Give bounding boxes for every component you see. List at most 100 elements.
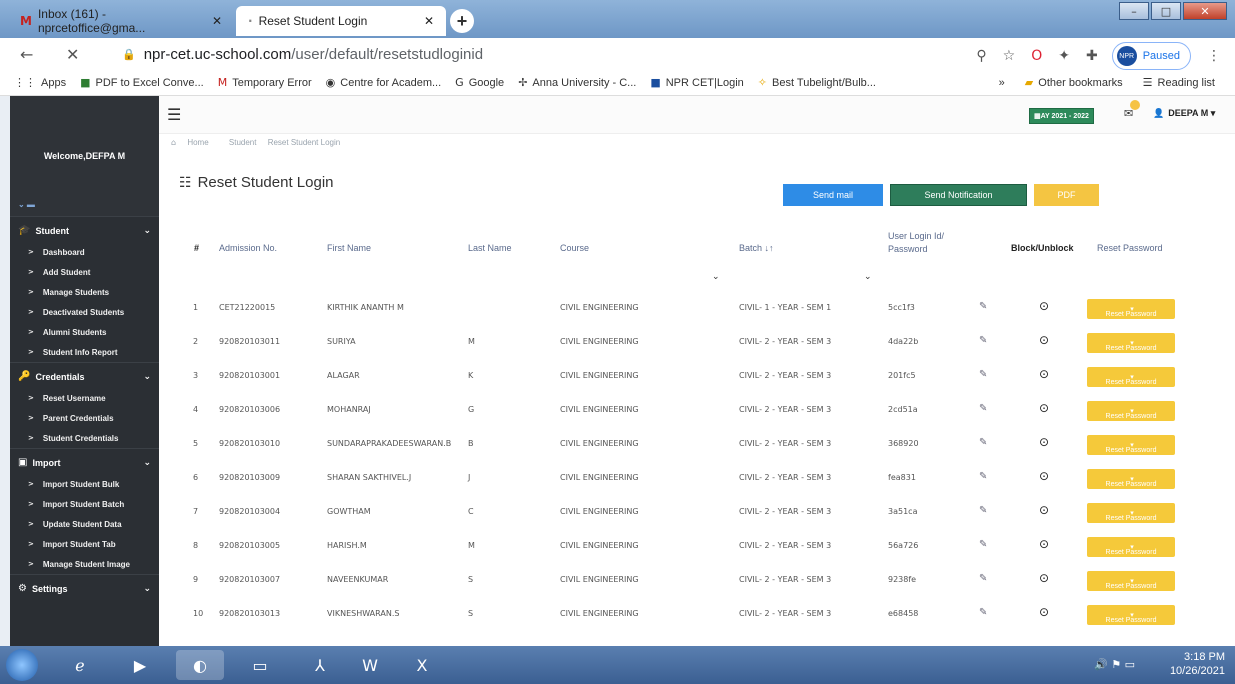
edit-icon[interactable]: ✎ — [979, 335, 987, 346]
flag-icon[interactable]: ⚑ — [1111, 658, 1121, 671]
bookmark-centre-academic[interactable]: ◉ Centre for Academ... — [326, 76, 442, 89]
check-circle-icon[interactable]: ⊙ — [1039, 503, 1049, 517]
edit-icon[interactable]: ✎ — [979, 437, 987, 448]
col-course[interactable]: Course — [560, 243, 589, 253]
acrobat-icon[interactable]: ⅄ — [296, 650, 344, 680]
sidebar-head-credentials[interactable]: 🔑 Credentials ⌄ — [10, 362, 159, 388]
bookmark-google[interactable]: G Google — [455, 76, 504, 89]
col-admission[interactable]: Admission No. — [219, 243, 277, 253]
edit-icon[interactable]: ✎ — [979, 573, 987, 584]
sidebar-item-deactivated-students[interactable]: > Deactivated Students — [10, 302, 159, 322]
pdf-button[interactable]: PDF — [1034, 184, 1099, 206]
sidebar-item-student-info-report[interactable]: > Student Info Report — [10, 342, 159, 362]
maximize-icon[interactable]: □ — [1151, 2, 1181, 20]
bookmark-best-tubelight[interactable]: ✧ Best Tubelight/Bulb... — [758, 76, 876, 89]
reset-password-button[interactable]: Reset Password ▾ — [1087, 605, 1175, 625]
menu-icon[interactable]: ⋮ — [1207, 48, 1221, 64]
reset-password-button[interactable]: Reset Password ▾ — [1087, 469, 1175, 489]
close-icon[interactable]: ✕ — [212, 14, 222, 28]
reset-password-button[interactable]: Reset Password ▾ — [1087, 401, 1175, 421]
check-circle-icon[interactable]: ⊙ — [1039, 401, 1049, 415]
bookmark-apps[interactable]: ⋮⋮ Apps — [14, 76, 66, 89]
clock[interactable]: 3:18 PM 10/26/2021 — [1170, 650, 1225, 678]
bookmark-npr-cet-login[interactable]: ■ NPR CET|Login — [650, 76, 743, 89]
check-circle-icon[interactable]: ⊙ — [1039, 537, 1049, 551]
media-player-icon[interactable]: ▶ — [116, 650, 164, 680]
edit-icon[interactable]: ✎ — [979, 471, 987, 482]
reset-password-button[interactable]: Reset Password ▾ — [1087, 537, 1175, 557]
close-icon[interactable]: ✕ — [424, 14, 434, 28]
sidebar-item-add-student[interactable]: > Add Student — [10, 262, 159, 282]
tab-inbox[interactable]: M Inbox (161) - nprcetoffice@gma... ✕ — [8, 6, 234, 36]
hamburger-icon[interactable]: ☰ — [167, 105, 181, 124]
edit-icon[interactable]: ✎ — [979, 505, 987, 516]
check-circle-icon[interactable]: ⊙ — [1039, 299, 1049, 313]
reading-list[interactable]: ☰ Reading list — [1143, 76, 1215, 89]
col-login[interactable]: User Login Id/Password — [888, 230, 944, 256]
back-icon[interactable]: ← — [20, 45, 46, 64]
sidebar-item-manage-student-image[interactable]: > Manage Student Image — [10, 554, 159, 574]
user-menu[interactable]: 👤 DEEPA M ▾ — [1153, 108, 1215, 119]
col-batch[interactable]: Batch ↓↑ — [739, 243, 774, 253]
edit-icon[interactable]: ✎ — [979, 607, 987, 618]
sidebar-item-import-student-tab[interactable]: > Import Student Tab — [10, 534, 159, 554]
check-circle-icon[interactable]: ⊙ — [1039, 469, 1049, 483]
volume-icon[interactable]: 🔊 — [1094, 658, 1108, 671]
internet-explorer-icon[interactable]: ℯ — [56, 650, 104, 680]
reset-password-button[interactable]: Reset Password ▾ — [1087, 503, 1175, 523]
sidebar-item-import-student-bulk[interactable]: > Import Student Bulk — [10, 474, 159, 494]
sidebar-item-alumni-students[interactable]: > Alumni Students — [10, 322, 159, 342]
sidebar-head-settings[interactable]: ⚙ Settings ⌄ — [10, 574, 159, 600]
course-filter-dropdown[interactable]: ⌄ — [712, 272, 720, 282]
sidebar-item-reset-username[interactable]: > Reset Username — [10, 388, 159, 408]
network-icon[interactable]: ▭ — [1125, 658, 1135, 671]
reset-password-button[interactable]: Reset Password ▾ — [1087, 435, 1175, 455]
reset-password-button[interactable]: Reset Password ▾ — [1087, 299, 1175, 319]
edit-icon[interactable]: ✎ — [979, 301, 987, 312]
send-notification-button[interactable]: Send Notification — [890, 184, 1027, 206]
other-bookmarks[interactable]: ▰ Other bookmarks — [1025, 76, 1123, 89]
reset-password-button[interactable]: Reset Password ▾ — [1087, 367, 1175, 387]
send-mail-button[interactable]: Send mail — [783, 184, 883, 206]
puzzle-icon[interactable]: ✚ — [1086, 48, 1098, 64]
zoom-icon[interactable]: ⚲ — [976, 48, 986, 64]
breadcrumb-student[interactable]: Student — [229, 138, 257, 147]
window-close-icon[interactable]: ✕ — [1183, 2, 1227, 20]
sidebar-head-student[interactable]: 🎓 Student ⌄ — [10, 216, 159, 242]
address-bar[interactable]: 🔒 npr-cet.uc-school.com/user/default/res… — [122, 46, 483, 63]
file-explorer-icon[interactable]: ▭ — [236, 650, 284, 680]
bookmarks-overflow[interactable]: » — [999, 76, 1005, 89]
bookmark-anna-university[interactable]: ✢ Anna University - C... — [518, 76, 636, 89]
sidebar-item-parent-credentials[interactable]: > Parent Credentials — [10, 408, 159, 428]
bookmark-pdf-to-excel[interactable]: ■ PDF to Excel Conve... — [80, 76, 204, 89]
check-circle-icon[interactable]: ⊙ — [1039, 367, 1049, 381]
check-circle-icon[interactable]: ⊙ — [1039, 605, 1049, 619]
word-icon[interactable]: W — [346, 650, 394, 680]
excel-icon[interactable]: X — [398, 650, 446, 680]
profile-button[interactable]: NPR Paused — [1111, 42, 1191, 70]
reset-password-button[interactable]: Reset Password ▾ — [1087, 571, 1175, 591]
sidebar-item-manage-students[interactable]: > Manage Students — [10, 282, 159, 302]
sidebar-item-dashboard[interactable]: > Dashboard — [10, 242, 159, 262]
extension-icon[interactable]: ✦ — [1058, 48, 1070, 64]
notification-icon[interactable]: ✉ — [1124, 100, 1140, 120]
batch-filter-dropdown[interactable]: ⌄ — [864, 272, 872, 282]
reset-password-button[interactable]: Reset Password ▾ — [1087, 333, 1175, 353]
edit-icon[interactable]: ✎ — [979, 539, 987, 550]
minimize-icon[interactable]: – — [1119, 2, 1149, 20]
chevron-down-icon[interactable]: ⌄ ▬ — [18, 200, 35, 209]
col-first-name[interactable]: First Name — [327, 243, 371, 253]
check-circle-icon[interactable]: ⊙ — [1039, 571, 1049, 585]
opera-extension-icon[interactable]: O — [1031, 48, 1042, 64]
tab-reset-student-login[interactable]: · Reset Student Login ✕ — [236, 6, 446, 36]
edit-icon[interactable]: ✎ — [979, 403, 987, 414]
col-last-name[interactable]: Last Name — [468, 243, 512, 253]
start-button[interactable] — [6, 649, 38, 681]
breadcrumb-home[interactable]: ⌂ Home — [171, 138, 218, 147]
check-circle-icon[interactable]: ⊙ — [1039, 333, 1049, 347]
sidebar-head-import[interactable]: ▣ Import ⌄ — [10, 448, 159, 474]
new-tab-button[interactable]: + — [450, 9, 474, 33]
star-icon[interactable]: ☆ — [1003, 48, 1016, 64]
check-circle-icon[interactable]: ⊙ — [1039, 435, 1049, 449]
sidebar-item-import-student-batch[interactable]: > Import Student Batch — [10, 494, 159, 514]
